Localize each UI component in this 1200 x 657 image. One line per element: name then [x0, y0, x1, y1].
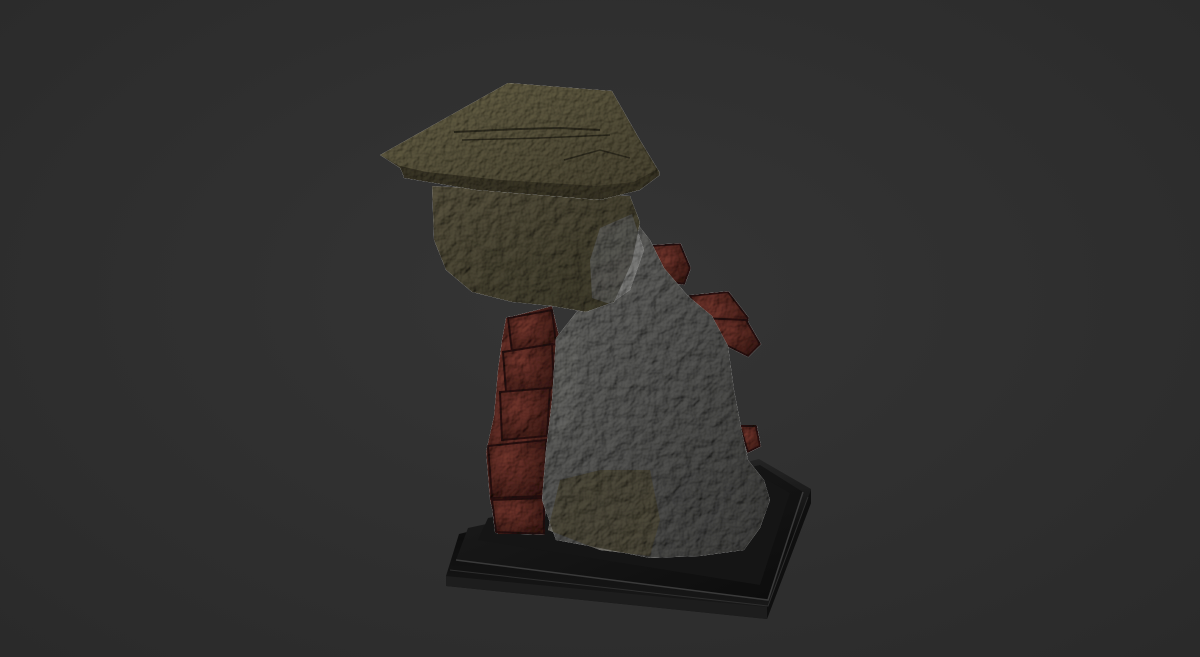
capstone-slab [380, 83, 660, 200]
sculpt-render [380, 83, 811, 619]
3d-viewport[interactable] [0, 0, 1200, 657]
capstone-underside [432, 186, 644, 312]
